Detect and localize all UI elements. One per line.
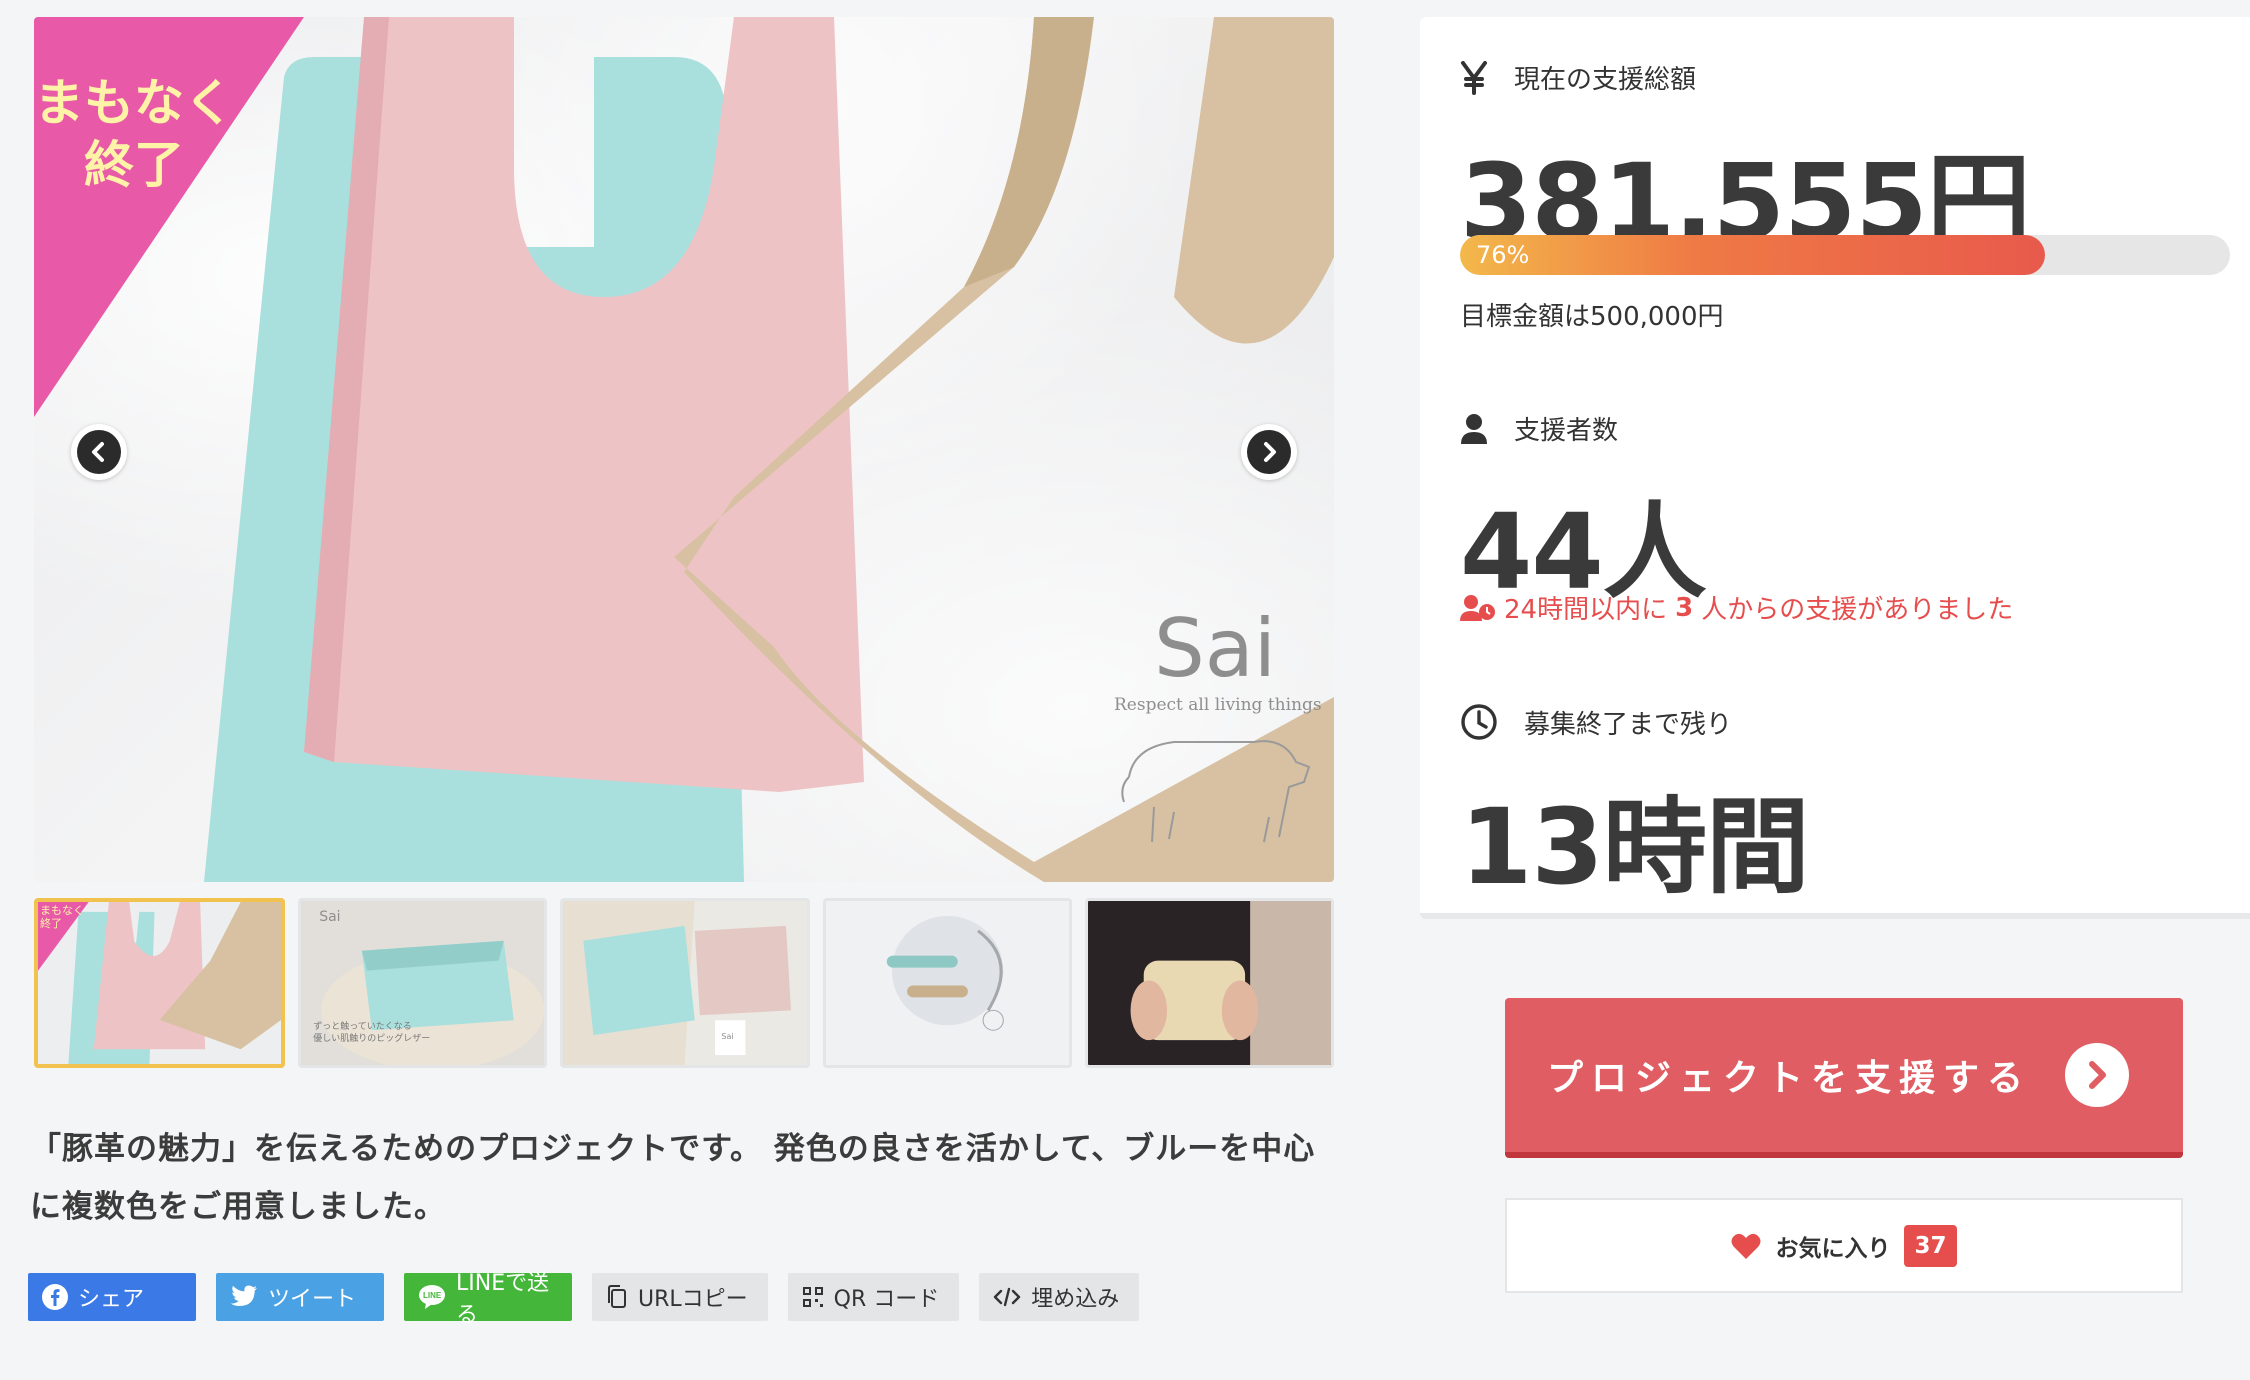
thumbnail-3[interactable]: Sai — [560, 898, 810, 1068]
qr-code-button[interactable]: QR コード — [787, 1273, 960, 1321]
thumbnail-3-image — [563, 901, 792, 1065]
twitter-icon — [230, 1285, 257, 1306]
beige-bag-shade — [964, 17, 1094, 287]
closing-soon-label: まもなく 終了 — [34, 72, 234, 196]
line-icon: LINE — [419, 1285, 445, 1309]
thumbnail-1[interactable]: まもなく 終了 — [34, 898, 286, 1068]
thumbnail-strip: まもなく 終了 Sai ずっと触っていたくなる 優しい肌触りのピッグレザー Sa… — [34, 898, 1335, 1068]
embed-button[interactable]: 埋め込み — [979, 1273, 1140, 1321]
total-amount-heading: 現在の支援総額 — [1460, 59, 1696, 96]
ribbon-line-2: 終了 — [84, 136, 184, 194]
funding-progress-bar: 76% — [1460, 235, 2230, 275]
backers-heading: 支援者数 — [1460, 410, 1618, 447]
line-send-label: LINEで送る — [456, 1271, 550, 1328]
support-project-button[interactable]: プロジェクトを支援する — [1505, 998, 2183, 1158]
project-main-image: まもなく 終了 Sai Respect all living things — [34, 17, 1334, 882]
copy-icon — [608, 1285, 626, 1308]
clock-icon — [1461, 704, 1497, 740]
total-amount-label: 現在の支援総額 — [1514, 65, 1697, 95]
thumbnail-4[interactable] — [822, 898, 1072, 1068]
user-icon — [1461, 413, 1487, 444]
chevron-right-circle-icon — [2065, 1043, 2129, 1107]
project-description: 「豚革の魅力」を伝えるためのプロジェクトです。 発色の良さを活かして、ブルーを中… — [30, 1131, 1316, 1225]
share-bar: シェア ツイート LINE LINEで送る URLコピー QR コード 埋め込み — [28, 1271, 1140, 1328]
recent-backers-count: 3 — [1675, 592, 1694, 623]
brand-tagline: Respect all living things — [1114, 695, 1322, 715]
qr-code-label: QR コード — [833, 1287, 940, 1312]
backers-label: 支援者数 — [1514, 416, 1619, 446]
yen-icon — [1461, 60, 1487, 95]
remaining-time-label: 募集終了まで残り — [1524, 709, 1733, 740]
twitter-tweet-label: ツイート — [268, 1287, 357, 1312]
thumbnail-3-brand: Sai — [721, 1032, 734, 1041]
url-copy-label: URLコピー — [638, 1287, 748, 1312]
thumbnail-2-brand: Sai — [319, 909, 341, 925]
remaining-time-heading: 募集終了まで残り — [1460, 703, 1732, 741]
thumbnail-1-ribbon-text: まもなく 終了 — [40, 904, 84, 930]
chevron-right-icon — [1247, 430, 1291, 474]
facebook-icon — [42, 1284, 68, 1310]
thumbnail-5-image — [1130, 901, 1332, 1065]
remaining-time-value: 13時間 — [1460, 786, 1810, 908]
goal-amount: 目標金額は500,000円 — [1460, 302, 1724, 332]
next-image-button[interactable] — [1241, 424, 1297, 480]
twitter-tweet-button[interactable]: ツイート — [216, 1273, 384, 1321]
url-copy-button[interactable]: URLコピー — [592, 1273, 768, 1321]
recent-backers-suffix: 人からの支援がありました — [1701, 595, 2014, 625]
thumbnail-5[interactable] — [1084, 898, 1335, 1068]
chevron-left-icon — [77, 430, 121, 474]
ribbon-line-1: まもなく — [34, 74, 234, 132]
favorite-button[interactable]: お気に入り 37 — [1505, 1198, 2183, 1293]
facebook-share-button[interactable]: シェア — [28, 1273, 196, 1321]
recent-backers-prefix: 24時間以内に — [1504, 595, 1668, 625]
favorite-count-badge: 37 — [1904, 1224, 1957, 1267]
prev-image-button[interactable] — [71, 424, 127, 480]
thumbnail-2[interactable]: Sai ずっと触っていたくなる 優しい肌触りのピッグレザー — [298, 898, 548, 1068]
favorite-label: お気に入り — [1775, 1235, 1891, 1262]
brand-logo: Sai — [1154, 602, 1277, 695]
line-send-button[interactable]: LINE LINEで送る — [404, 1271, 572, 1328]
facebook-share-label: シェア — [78, 1287, 145, 1312]
user-clock-icon — [1460, 594, 1495, 621]
project-stats-card: 現在の支援総額 381,555円 76% 目標金額は500,000円 支援者数 … — [1420, 17, 2250, 919]
svg-text:LINE: LINE — [423, 1291, 442, 1300]
code-icon — [994, 1287, 1021, 1307]
recent-backers-notice: 24時間以内に 3 人からの支援がありました — [1460, 589, 2013, 626]
qr-code-icon — [802, 1287, 823, 1307]
funding-progress-percent: 76% — [1476, 241, 1530, 269]
thumbnail-2-caption: ずっと触っていたくなる 優しい肌触りのピッグレザー — [313, 1022, 431, 1044]
pink-bag — [304, 17, 864, 792]
support-project-label: プロジェクトを支援する — [1547, 1058, 2032, 1099]
thumbnail-4-image — [886, 915, 1004, 1031]
heart-icon — [1731, 1233, 1761, 1259]
embed-label: 埋め込み — [1031, 1287, 1120, 1312]
funding-progress-fill: 76% — [1460, 235, 2046, 275]
